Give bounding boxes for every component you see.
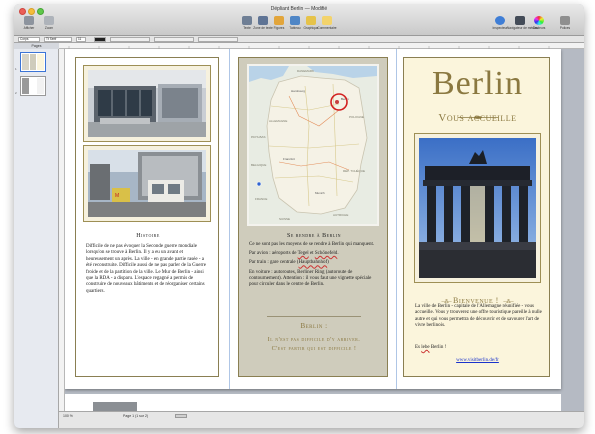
map-germany[interactable]: ALLEMAGNE POLOGNE PAYS-BAS DANEMARK BELG… xyxy=(247,64,379,226)
page-indicator: Page 1 (1 sur 2) xyxy=(123,414,149,418)
column-guide xyxy=(229,49,230,389)
panel-welcome[interactable]: Berlin Vous accueille ~⁂~ Bienvenue ! ~⁂… xyxy=(403,57,550,377)
photo-checkpoint-charlie[interactable]: M xyxy=(83,145,211,222)
welcome-body: La ville de Berlin - capitale de l'Allem… xyxy=(415,304,542,329)
media-icon xyxy=(515,16,525,25)
page2-photo[interactable] xyxy=(93,402,137,411)
status-bar: 100 % Page 1 (1 sur 2) xyxy=(59,411,584,428)
greeting: Es lebe Berlin ! xyxy=(415,345,447,350)
app-window: Dépliant Berlin — Modifié Afficher Zoom … xyxy=(14,4,584,428)
brochure-title: Berlin xyxy=(432,65,523,102)
travel-by-plane: Par avion : aéroports de Tegel et Schöne… xyxy=(249,251,339,257)
view-icon xyxy=(24,16,34,25)
brochure-subtitle: Vous accueille xyxy=(438,112,517,124)
svg-text:ALLEMAGNE: ALLEMAGNE xyxy=(269,119,287,123)
comment-icon xyxy=(322,16,332,25)
svg-text:POLOGNE: POLOGNE xyxy=(349,115,364,119)
travel-intro: Ce ne sont pas les moyens de se rendre à… xyxy=(249,242,375,247)
document-canvas[interactable]: M Histoire Difficile de ne pas évoquer l… xyxy=(65,49,584,411)
svg-text:RÉP. TCHÈQUE: RÉP. TCHÈQUE xyxy=(343,168,365,173)
page-nav-buttons[interactable] xyxy=(175,414,187,418)
spacing-buttons[interactable] xyxy=(198,37,238,42)
document-page-2[interactable] xyxy=(65,394,561,411)
pages-header: Pages xyxy=(14,43,59,49)
svg-text:BELGIQUE: BELGIQUE xyxy=(251,163,266,167)
page-thumbnail-2[interactable] xyxy=(20,76,46,96)
photo-brandenburg-gate[interactable] xyxy=(414,133,541,283)
quote-line-1: Il n'est pas difficile d'y arriver. xyxy=(267,336,361,343)
colors-button[interactable]: Couleurs xyxy=(526,16,552,30)
svg-text:AUTRICHE: AUTRICHE xyxy=(333,213,348,217)
zoom-icon xyxy=(44,16,54,25)
quote-line-2: C'est partir qui est difficile ! xyxy=(271,345,357,352)
style-buttons[interactable] xyxy=(110,37,150,42)
travel-by-car: En voiture : autoroutes, Berliner Ring (… xyxy=(249,269,372,288)
svg-text:Munich: Munich xyxy=(315,191,325,195)
format-bar: Corps Tt Serif 11 xyxy=(14,36,584,43)
pages-sidebar: Pages 1 2 xyxy=(14,43,59,428)
font-size-select[interactable]: 11 xyxy=(76,37,86,42)
travel-body: Ce ne sont pas les moyens de se rendre à… xyxy=(249,242,381,288)
quote-title: Berlin : xyxy=(300,322,328,330)
paragraph-style-select[interactable]: Corps xyxy=(18,37,40,42)
fonts-icon xyxy=(560,16,570,25)
travel-by-train: Par train : gare centrale (Hauptbahnhof) xyxy=(249,260,329,266)
history-heading: Histoire xyxy=(136,233,160,239)
website-link[interactable]: www.visitberlin.de/fr xyxy=(404,358,551,363)
font-select[interactable]: Tt Serif xyxy=(44,37,72,42)
fonts-button[interactable]: Polices xyxy=(552,16,578,30)
page-thumbnail-1[interactable] xyxy=(20,52,46,72)
page-thumbnail-number: 2 xyxy=(15,91,17,95)
alignment-buttons[interactable] xyxy=(154,37,194,42)
page-thumbnail-number: 1 xyxy=(15,67,17,71)
svg-text:SUISSE: SUISSE xyxy=(279,217,290,221)
divider xyxy=(267,316,361,317)
zoom-level[interactable]: 100 % xyxy=(63,414,73,418)
svg-text:DANEMARK: DANEMARK xyxy=(297,69,314,73)
svg-text:FRANCE: FRANCE xyxy=(255,197,267,201)
ornament-icon xyxy=(458,106,498,119)
zoom-button[interactable]: Zoom xyxy=(36,16,62,30)
title-bar: Dépliant Berlin — Modifié Afficher Zoom … xyxy=(14,4,584,36)
history-body: Difficile de ne pas évoquer la Seconde g… xyxy=(86,244,206,294)
travel-heading: Se rendre à Berlin xyxy=(287,233,341,239)
column-guide xyxy=(396,49,397,389)
panel-travel[interactable]: ALLEMAGNE POLOGNE PAYS-BAS DANEMARK BELG… xyxy=(238,57,388,377)
colors-icon xyxy=(534,16,544,25)
svg-text:M: M xyxy=(115,193,119,199)
photo-museum-building[interactable] xyxy=(83,65,211,142)
document-page[interactable]: M Histoire Difficile de ne pas évoquer l… xyxy=(65,49,561,389)
svg-text:PAYS-BAS: PAYS-BAS xyxy=(251,135,266,139)
ornament-icon xyxy=(458,127,498,140)
inspector-icon xyxy=(495,16,505,25)
svg-text:Francfort: Francfort xyxy=(283,157,295,161)
text-color-well[interactable] xyxy=(94,37,106,42)
window-title: Dépliant Berlin — Modifié xyxy=(270,6,328,12)
svg-text:Hambourg: Hambourg xyxy=(291,89,305,93)
comment-button[interactable]: Commentaire xyxy=(314,16,340,30)
panel-history[interactable]: M Histoire Difficile de ne pas évoquer l… xyxy=(75,57,219,377)
